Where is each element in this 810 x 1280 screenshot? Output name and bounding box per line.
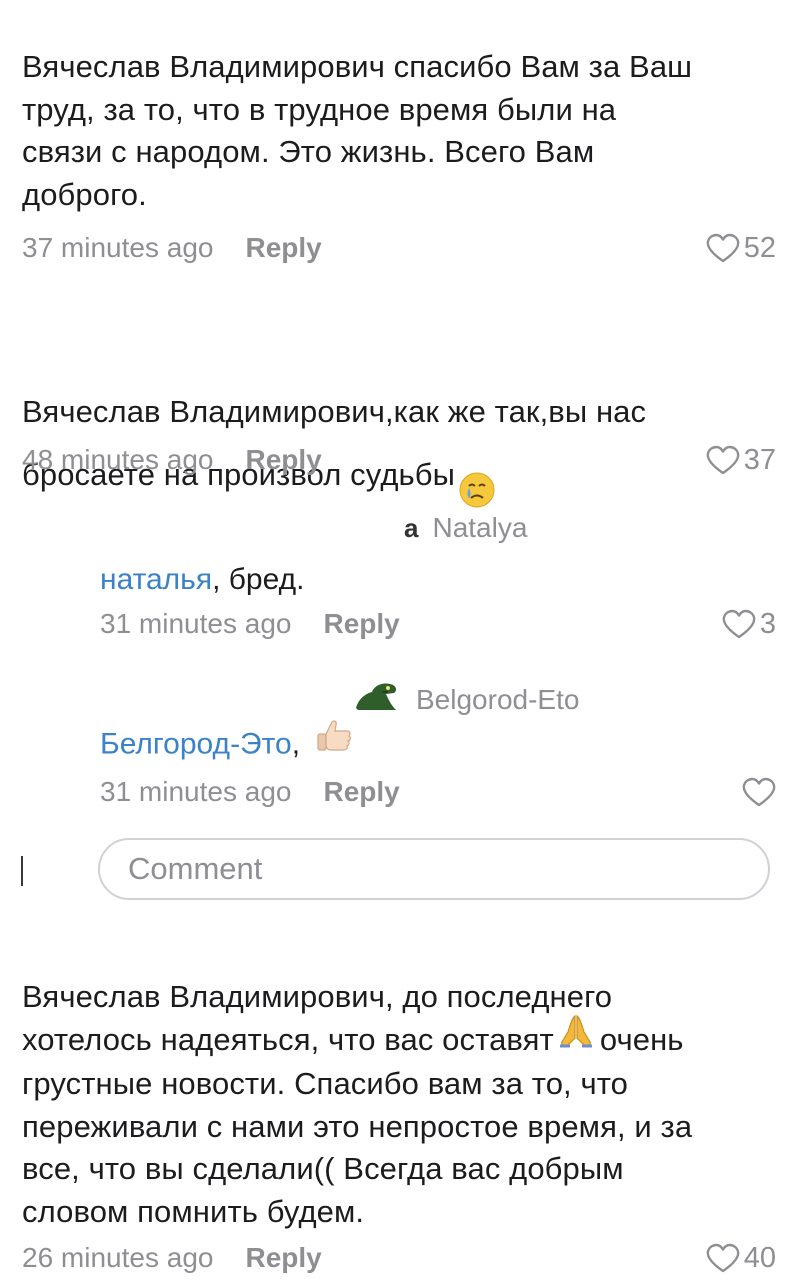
- comment-line: Вячеслав Владимирович, до последнего: [22, 979, 613, 1014]
- like-button[interactable]: 52: [706, 230, 776, 266]
- comment-text: Вячеслав Владимирович спасибо Вам за Ваш…: [22, 49, 693, 212]
- mention-link[interactable]: наталья: [100, 563, 212, 596]
- like-button[interactable]: 40: [706, 1240, 776, 1276]
- like-button[interactable]: 37: [706, 442, 776, 478]
- reply-meta: 31 minutes ago Reply: [100, 606, 400, 642]
- heart-icon: [706, 233, 740, 263]
- comment-line: грустные новости. Спасибо вам за то, что: [22, 1066, 629, 1102]
- reply-button[interactable]: Reply: [323, 776, 399, 808]
- reply-author[interactable]: a Natalya: [404, 512, 527, 544]
- heart-icon: [722, 609, 756, 639]
- heart-icon: [706, 1243, 740, 1273]
- like-count: 3: [759, 607, 776, 640]
- like-count: 40: [743, 1241, 776, 1274]
- comment-meta: 48 minutes ago Reply: [22, 442, 322, 478]
- reply-meta: 31 minutes ago Reply: [100, 774, 400, 810]
- text-cursor: [21, 856, 23, 886]
- reply-text: наталья, бред.: [100, 560, 304, 600]
- dinosaur-avatar-icon: [352, 678, 400, 721]
- avatar: a: [404, 512, 419, 543]
- comment-text: Вячеслав Владимирович, до последнего хот…: [22, 976, 782, 1233]
- reply-time: 31 minutes ago: [100, 776, 292, 807]
- comment-line: переживали с нами это непростое время, и…: [22, 1108, 693, 1144]
- reply-button[interactable]: Reply: [245, 232, 321, 264]
- reply-time: 31 minutes ago: [100, 608, 292, 639]
- reply-author[interactable]: Belgorod-Eto: [352, 678, 579, 721]
- thumbs-up-icon: [314, 716, 354, 767]
- like-count: 52: [743, 231, 776, 264]
- folded-hands-icon: [556, 1012, 596, 1064]
- reply-button[interactable]: Reply: [245, 444, 321, 476]
- comment-line-part: очень: [599, 1021, 684, 1057]
- comment-line: все, что вы сделали(( Всегда вас добрым: [22, 1151, 624, 1187]
- comment-text: Вячеслав Владимирович,как же так,вы нас …: [22, 348, 782, 521]
- mention-link[interactable]: Белгород-Это: [100, 727, 292, 760]
- reply-button[interactable]: Reply: [323, 608, 399, 640]
- comment-line: словом помнить будем.: [22, 1193, 365, 1229]
- comment-input[interactable]: Comment: [98, 838, 770, 900]
- reply-text: Белгород-Это,: [100, 720, 354, 767]
- comment-meta: 37 minutes ago Reply: [22, 230, 322, 266]
- like-button[interactable]: [742, 774, 776, 810]
- comment-line: хотелось надеяться, что вас оставят очен…: [22, 1014, 782, 1064]
- reply-body: , бред.: [212, 563, 305, 596]
- reply-body: ,: [291, 727, 301, 761]
- comment-placeholder: Comment: [128, 851, 263, 886]
- reply-button[interactable]: Reply: [245, 1242, 321, 1274]
- author-name: Belgorod-Eto: [416, 683, 580, 715]
- comment-line-part: хотелось надеяться, что вас оставят: [22, 1021, 554, 1057]
- heart-icon: [706, 445, 740, 475]
- heart-icon: [742, 777, 776, 807]
- crying-face-icon: [457, 427, 497, 521]
- like-count: 37: [743, 443, 776, 476]
- comment-time: 26 minutes ago: [22, 1242, 214, 1273]
- author-name: Natalya: [432, 512, 528, 543]
- comment-meta: 26 minutes ago Reply: [22, 1240, 322, 1276]
- like-button[interactable]: 3: [722, 606, 776, 642]
- comment-time: 48 minutes ago: [22, 444, 214, 475]
- comment-time: 37 minutes ago: [22, 232, 214, 263]
